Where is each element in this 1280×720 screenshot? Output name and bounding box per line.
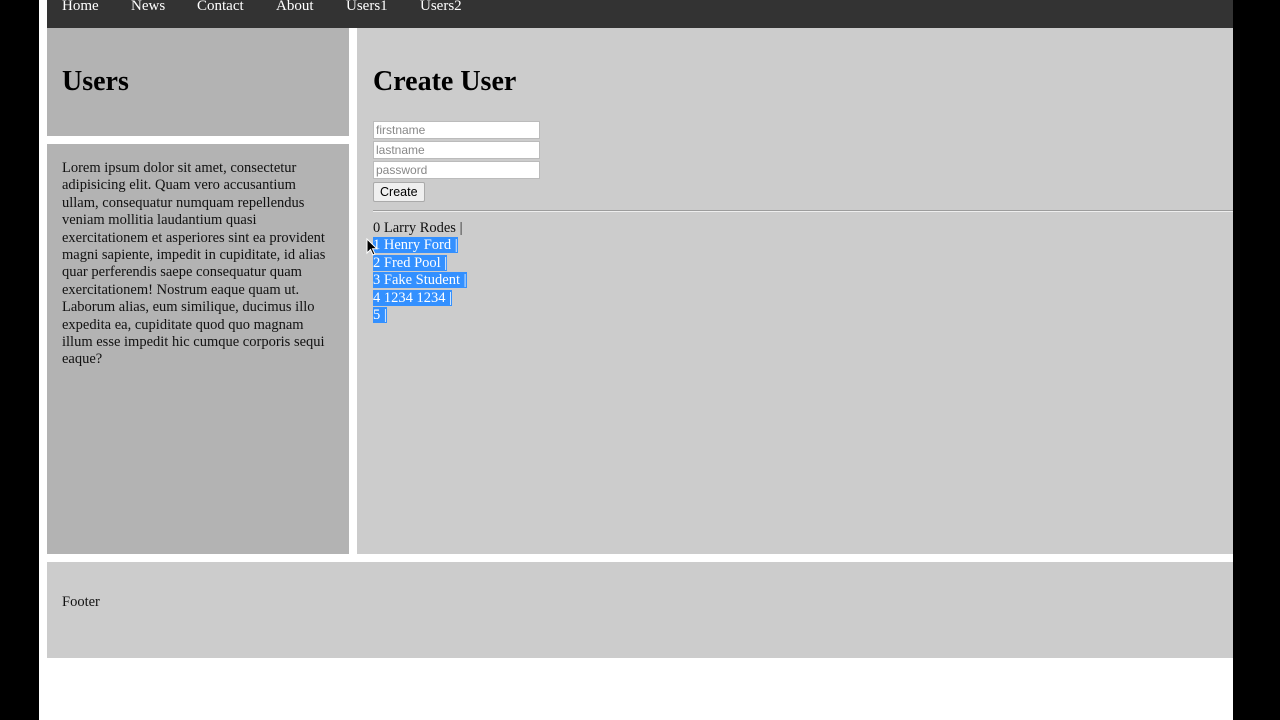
- user-item-text: 1 Henry Ford |: [373, 237, 458, 254]
- password-input[interactable]: [373, 161, 540, 179]
- user-item: 3 Fake Student |: [373, 272, 467, 289]
- user-item-text: 0 Larry Rodes |: [373, 220, 463, 236]
- page-title: Create User: [373, 66, 517, 97]
- footer-text: Footer: [62, 594, 100, 610]
- user-item: 2 Fred Pool |: [373, 254, 467, 272]
- lastname-input[interactable]: [373, 141, 540, 159]
- nav-link-news[interactable]: News: [131, 0, 165, 14]
- divider: [373, 210, 1233, 212]
- main-content: Create User Create 0 Larry Rodes | 1 Hen…: [357, 28, 1233, 554]
- nav-link-home[interactable]: Home: [62, 0, 99, 14]
- user-item: 4 1234 1234 |: [373, 289, 467, 307]
- nav-link-about[interactable]: About: [276, 0, 314, 14]
- nav-link-contact[interactable]: Contact: [197, 0, 244, 14]
- user-item-text: 3 Fake Student |: [373, 272, 467, 289]
- top-nav: Home News Contact About Users1 Users2: [47, 0, 1233, 28]
- user-item-text: 4 1234 1234 |: [373, 289, 453, 306]
- user-item: 1 Henry Ford |: [373, 237, 467, 254]
- sidebar-content: Lorem ipsum dolor sit amet, consectetur …: [47, 144, 349, 554]
- sidebar-text: Lorem ipsum dolor sit amet, consectetur …: [62, 160, 326, 368]
- user-item-text: 5 |: [373, 307, 387, 324]
- sidebar-header: Users: [47, 28, 349, 136]
- user-item: 0 Larry Rodes |: [373, 220, 467, 237]
- footer: Footer: [47, 562, 1233, 658]
- nav-link-users1[interactable]: Users1: [346, 0, 388, 14]
- sidebar-title: Users: [62, 66, 129, 97]
- firstname-input[interactable]: [373, 121, 540, 139]
- page: Home News Contact About Users1 Users2 Us…: [39, 0, 1233, 720]
- nav-link-users2[interactable]: Users2: [420, 0, 462, 14]
- user-list: 0 Larry Rodes | 1 Henry Ford | 2 Fred Po…: [373, 220, 467, 324]
- mouse-pointer-icon: [366, 238, 378, 256]
- user-item-text: 2 Fred Pool |: [373, 254, 448, 271]
- create-button[interactable]: Create: [373, 182, 425, 202]
- user-item: 5 |: [373, 307, 467, 324]
